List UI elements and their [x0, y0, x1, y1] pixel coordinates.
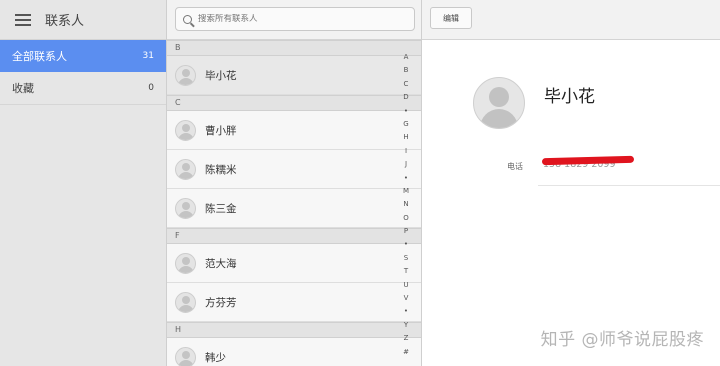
contact-groups: B 毕小花 C 曹小胖陈糯米陈三金 F 范大海方芬芳 H 韩少 [167, 40, 421, 366]
search-icon [183, 14, 192, 24]
phone-label: 电话 [507, 162, 523, 171]
contact-name: 毕小花 [205, 69, 237, 82]
menu-icon[interactable] [15, 13, 31, 26]
contact-avatar-icon [473, 77, 525, 129]
contact-row[interactable]: 曹小胖 [167, 111, 421, 150]
alphabet-index-letter[interactable]: • [404, 105, 408, 118]
search-box[interactable] [175, 7, 415, 31]
group-header: F [167, 228, 421, 244]
contact-detail-pane: 编辑 毕小花 电话 158 1829 2099 知乎 @师爷说屁股疼 [422, 0, 720, 366]
alphabet-index[interactable]: A B C D • G H I J • M N O P • S T U V • Y Z # [401, 51, 411, 359]
alphabet-index-letter[interactable]: • [404, 238, 408, 251]
edit-button[interactable]: 编辑 [430, 7, 472, 29]
alphabet-index-letter[interactable]: C [404, 78, 409, 91]
alphabet-index-letter[interactable]: S [404, 252, 408, 265]
avatar-icon [175, 252, 196, 274]
search-input[interactable] [198, 14, 398, 24]
group-header: C [167, 95, 421, 111]
app-title: 联系人 [45, 14, 85, 29]
avatar-icon [175, 158, 196, 180]
alphabet-index-letter[interactable]: # [403, 346, 409, 359]
avatar-icon [175, 291, 196, 313]
alphabet-index-letter[interactable]: N [403, 198, 408, 211]
contact-name: 陈糯米 [205, 163, 237, 176]
avatar-icon [175, 119, 196, 141]
sidebar-item-favorites[interactable]: 收藏 0 [0, 72, 166, 105]
alphabet-index-letter[interactable]: M [403, 185, 409, 198]
contact-name-title: 毕小花 [544, 87, 595, 107]
contact-row[interactable]: 毕小花 [167, 56, 421, 95]
alphabet-index-letter[interactable]: J [405, 158, 407, 171]
search-bar [167, 0, 421, 40]
sidebar-item-count: 0 [148, 83, 154, 93]
divider [538, 185, 720, 186]
contact-row[interactable]: 方芬芳 [167, 283, 421, 322]
alphabet-index-letter[interactable]: G [403, 118, 408, 131]
contact-name: 方芬芳 [205, 296, 237, 309]
watermark: 知乎 @师爷说屁股疼 [540, 330, 704, 350]
alphabet-index-letter[interactable]: • [404, 172, 408, 185]
group-header: B [167, 40, 421, 56]
alphabet-index-letter[interactable]: Z [404, 332, 409, 345]
avatar-icon [175, 64, 196, 86]
alphabet-index-letter[interactable]: O [403, 212, 409, 225]
avatar-icon [175, 346, 196, 366]
group-header: H [167, 322, 421, 338]
alphabet-index-letter[interactable]: U [403, 279, 408, 292]
alphabet-index-letter[interactable]: A [404, 51, 409, 64]
alphabet-index-letter[interactable]: H [403, 131, 408, 144]
alphabet-index-letter[interactable]: Y [404, 319, 408, 332]
alphabet-index-letter[interactable]: • [404, 305, 408, 318]
alphabet-index-letter[interactable]: I [405, 145, 407, 158]
contact-name: 范大海 [205, 257, 237, 270]
sidebar-item-count: 31 [142, 51, 154, 61]
alphabet-index-letter[interactable]: P [404, 225, 408, 238]
contact-list-pane: B毕小花C曹小胖陈糯米陈三金F范大海方芬芳H韩少 ABCD•GHIJ•MNOP•… [167, 0, 422, 366]
sidebar-item-all-contacts[interactable]: 全部联系人 31 [0, 40, 166, 72]
alphabet-index-letter[interactable]: T [404, 265, 408, 278]
contact-row[interactable]: 韩少 [167, 338, 421, 366]
sidebar: 联系人 全部联系人 31 收藏 0 [0, 0, 167, 366]
detail-toolbar: 编辑 [422, 0, 720, 40]
contact-row[interactable]: 陈糯米 [167, 150, 421, 189]
contact-row[interactable]: 陈三金 [167, 189, 421, 228]
sidebar-item-label: 收藏 [12, 82, 34, 95]
avatar-icon [175, 197, 196, 219]
alphabet-index-letter[interactable]: B [404, 64, 409, 77]
contact-name: 韩少 [205, 351, 226, 364]
redaction-mark [541, 155, 635, 166]
contact-name: 陈三金 [205, 202, 237, 215]
alphabet-index-letter[interactable]: D [403, 91, 408, 104]
alphabet-index-letter[interactable]: V [404, 292, 409, 305]
sidebar-item-label: 全部联系人 [12, 50, 67, 63]
contact-row[interactable]: 范大海 [167, 244, 421, 283]
sidebar-header: 联系人 [0, 0, 166, 40]
contact-name: 曹小胖 [205, 124, 237, 137]
